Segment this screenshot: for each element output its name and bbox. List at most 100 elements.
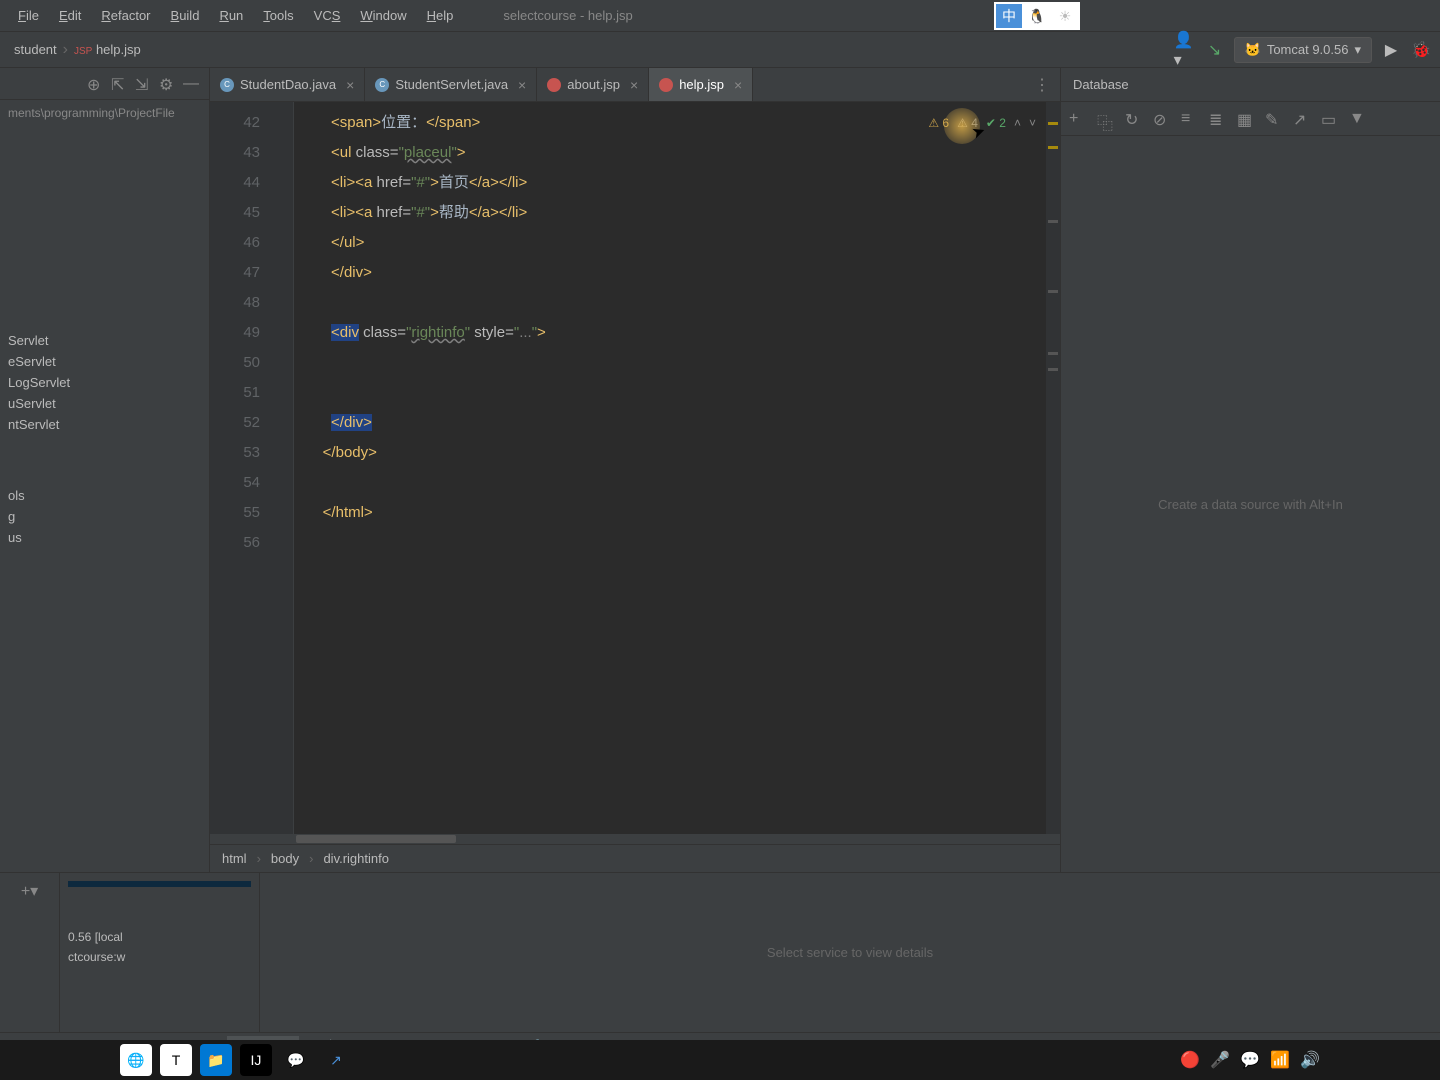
menu-vcs[interactable]: VCS bbox=[304, 4, 351, 27]
editor-tab[interactable]: help.jsp× bbox=[649, 68, 753, 101]
run-button[interactable]: ▶ bbox=[1380, 39, 1402, 61]
filter-icon[interactable]: ▼ bbox=[1349, 110, 1367, 128]
editor-area: CStudentDao.java×CStudentServlet.java×ab… bbox=[210, 68, 1060, 872]
wechat-icon[interactable]: 💬 bbox=[280, 1044, 312, 1076]
editor-body: 424344454647484950515253545556 ⚠ 6 ⚠ 4 ✔… bbox=[210, 102, 1060, 834]
system-tray[interactable]: 🔴 🎤 💬 📶 🔊 bbox=[1180, 1050, 1320, 1070]
fold-gutter bbox=[268, 102, 294, 834]
ok-count[interactable]: ✔ 2 bbox=[986, 108, 1006, 138]
run-config-selector[interactable]: 🐱 Tomcat 9.0.56 ▾ bbox=[1234, 37, 1372, 63]
menu-edit[interactable]: Edit bbox=[49, 4, 91, 27]
sidebar-item[interactable]: ntServlet bbox=[0, 414, 209, 435]
editor-tab[interactable]: CStudentServlet.java× bbox=[365, 68, 537, 101]
duplicate-icon[interactable]: ⿻ bbox=[1097, 110, 1115, 128]
tray-icon-1[interactable]: 🔴 bbox=[1180, 1050, 1200, 1070]
database-title: Database bbox=[1061, 68, 1440, 102]
menu-tools[interactable]: Tools bbox=[253, 4, 303, 27]
menubar: FileEditRefactorBuildRunToolsVCSWindowHe… bbox=[0, 0, 1440, 32]
editor-tab[interactable]: CStudentDao.java× bbox=[210, 68, 365, 101]
hammer-icon[interactable]: ↘ bbox=[1204, 39, 1226, 61]
expand-icon[interactable]: ⇲ bbox=[135, 75, 153, 93]
sidebar-item[interactable]: eServlet bbox=[0, 351, 209, 372]
project-sidebar: ⊕ ⇱ ⇲ ⚙ — ments\programming\ProjectFile … bbox=[0, 68, 210, 872]
tray-icon-3[interactable]: 💬 bbox=[1240, 1050, 1260, 1070]
breadcrumb-file[interactable]: JSP help.jsp bbox=[68, 42, 147, 57]
windows-taskbar: 🌐 T 📁 IJ 💬 ↗ 🔴 🎤 💬 📶 🔊 bbox=[0, 1040, 1440, 1080]
breadcrumb-root[interactable]: student bbox=[8, 42, 63, 57]
add-datasource-icon[interactable]: + bbox=[1069, 110, 1087, 128]
sidebar-item[interactable]: uServlet bbox=[0, 393, 209, 414]
gear-icon[interactable]: ⚙ bbox=[159, 75, 177, 93]
wifi-icon[interactable]: 📶 bbox=[1270, 1050, 1290, 1070]
chrome-icon[interactable]: 🌐 bbox=[120, 1044, 152, 1076]
database-toolbar: + ⿻ ↻ ⊘ ≡ ≣ ▦ ✎ ↗ ▭ ▼ bbox=[1061, 102, 1440, 136]
warning-count[interactable]: ⚠ 6 bbox=[928, 108, 949, 138]
menu-help[interactable]: Help bbox=[417, 4, 464, 27]
prev-highlight-icon[interactable]: ˄ bbox=[1014, 108, 1021, 138]
collapse-icon[interactable]: ⇱ bbox=[111, 75, 129, 93]
tab-overflow-icon[interactable]: ⋮ bbox=[1024, 68, 1060, 101]
commit-icon[interactable]: ≣ bbox=[1209, 110, 1227, 128]
sidebar-path: ments\programming\ProjectFile bbox=[0, 100, 209, 126]
menu-run[interactable]: Run bbox=[209, 4, 253, 27]
sidebar-item[interactable]: us bbox=[0, 527, 209, 548]
window-title: selectcourse - help.jsp bbox=[503, 8, 632, 23]
menu-build[interactable]: Build bbox=[161, 4, 210, 27]
nav-toolbar: student › JSP help.jsp 👤▾ ↘ 🐱 Tomcat 9.0… bbox=[0, 32, 1440, 68]
target-icon[interactable]: ⊕ bbox=[87, 75, 105, 93]
intellij-icon[interactable]: IJ bbox=[240, 1044, 272, 1076]
refresh-icon[interactable]: ↻ bbox=[1125, 110, 1143, 128]
hide-icon[interactable]: — bbox=[183, 75, 201, 93]
database-empty-hint: Create a data source with Alt+In bbox=[1061, 136, 1440, 872]
menu-window[interactable]: Window bbox=[350, 4, 416, 27]
add-service-icon[interactable]: +▾ bbox=[21, 881, 38, 901]
marker-strip[interactable] bbox=[1046, 102, 1060, 834]
editor-tab[interactable]: about.jsp× bbox=[537, 68, 649, 101]
sidebar-item[interactable]: ols bbox=[0, 485, 209, 506]
bc-html[interactable]: html bbox=[222, 851, 247, 866]
stop-icon[interactable]: ⊘ bbox=[1153, 110, 1171, 128]
editor-tabs: CStudentDao.java×CStudentServlet.java×ab… bbox=[210, 68, 1060, 102]
ime-indicator[interactable]: 中 🐧 ☀ bbox=[994, 2, 1080, 30]
menu-file[interactable]: File bbox=[8, 4, 49, 27]
close-tab-icon[interactable]: × bbox=[346, 77, 354, 93]
close-tab-icon[interactable]: × bbox=[518, 77, 526, 93]
database-panel: Database + ⿻ ↻ ⊘ ≡ ≣ ▦ ✎ ↗ ▭ ▼ Create a … bbox=[1060, 68, 1440, 872]
table-icon[interactable]: ▦ bbox=[1237, 110, 1255, 128]
sidebar-item[interactable]: g bbox=[0, 506, 209, 527]
services-tree[interactable]: 0.56 [local ctcourse:w bbox=[60, 873, 260, 1032]
code-content[interactable]: ⚠ 6 ⚠ 4 ✔ 2 ˄ ˅ 💡 <span>位置：</span> <ul c… bbox=[294, 102, 1046, 834]
ime-lang[interactable]: 中 bbox=[996, 4, 1022, 28]
run-config-label: Tomcat 9.0.56 bbox=[1267, 42, 1349, 57]
tray-icon-2[interactable]: 🎤 bbox=[1210, 1050, 1230, 1070]
user-icon[interactable]: 👤▾ bbox=[1174, 39, 1196, 61]
bc-div[interactable]: div.rightinfo bbox=[323, 851, 389, 866]
volume-icon[interactable]: 🔊 bbox=[1300, 1050, 1320, 1070]
menu-refactor[interactable]: Refactor bbox=[91, 4, 160, 27]
code-lines: <span>位置：</span> <ul class="placeul"> <l… bbox=[306, 108, 1046, 558]
tree-item-artifact[interactable]: ctcourse:w bbox=[68, 947, 251, 967]
tree-item-local[interactable]: 0.56 [local bbox=[68, 927, 251, 947]
next-highlight-icon[interactable]: ˅ bbox=[1029, 108, 1036, 138]
sidebar-item[interactable]: LogServlet bbox=[0, 372, 209, 393]
rollback-icon[interactable]: ≡ bbox=[1181, 110, 1199, 128]
close-tab-icon[interactable]: × bbox=[630, 77, 638, 93]
sidebar-item[interactable]: Servlet bbox=[0, 330, 209, 351]
jump-icon[interactable]: ↗ bbox=[1293, 110, 1311, 128]
close-tab-icon[interactable]: × bbox=[734, 77, 742, 93]
ime-icon-2[interactable]: ☀ bbox=[1052, 4, 1078, 28]
edit-icon[interactable]: ✎ bbox=[1265, 110, 1283, 128]
ime-icon-1[interactable]: 🐧 bbox=[1024, 4, 1050, 28]
view-icon[interactable]: ▭ bbox=[1321, 110, 1339, 128]
line-gutter: 424344454647484950515253545556 bbox=[210, 102, 268, 834]
bc-body[interactable]: body bbox=[271, 851, 299, 866]
text-app-icon[interactable]: T bbox=[160, 1044, 192, 1076]
share-icon[interactable]: ↗ bbox=[320, 1044, 352, 1076]
sidebar-items: ServleteServletLogServletuServletntServl… bbox=[0, 326, 209, 872]
debug-button[interactable]: 🐞 bbox=[1410, 39, 1432, 61]
editor-breadcrumbs: html › body › div.rightinfo bbox=[210, 844, 1060, 872]
services-actions: +▾ bbox=[0, 873, 60, 1032]
toolbar-right: 👤▾ ↘ 🐱 Tomcat 9.0.56 ▾ ▶ 🐞 bbox=[1174, 37, 1432, 63]
files-icon[interactable]: 📁 bbox=[200, 1044, 232, 1076]
horizontal-scrollbar[interactable] bbox=[296, 835, 456, 843]
